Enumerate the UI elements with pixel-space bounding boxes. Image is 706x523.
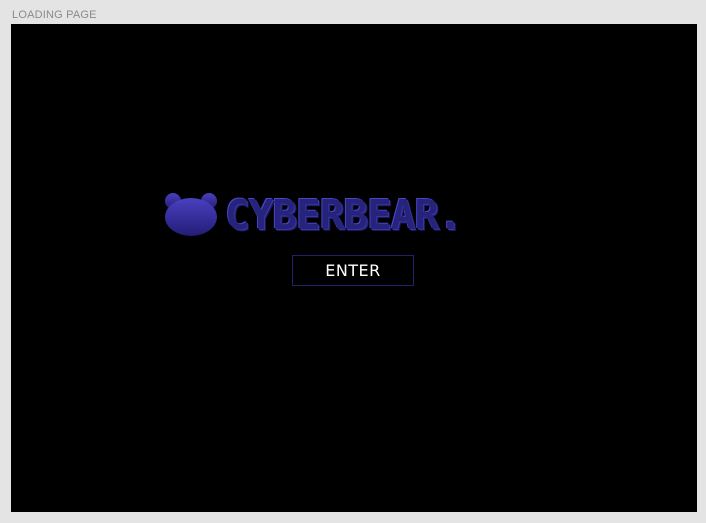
enter-button-label: ENTER xyxy=(325,261,381,280)
enter-button[interactable]: ENTER xyxy=(292,255,414,286)
bear-head-icon xyxy=(165,193,217,236)
loading-page-frame: CYBERBEAR. ENTER xyxy=(11,24,697,512)
cyberbear-logo: CYBERBEAR. xyxy=(163,190,563,240)
frame-label: LOADING PAGE xyxy=(12,9,97,21)
logo-wordmark: CYBERBEAR. xyxy=(225,190,463,239)
